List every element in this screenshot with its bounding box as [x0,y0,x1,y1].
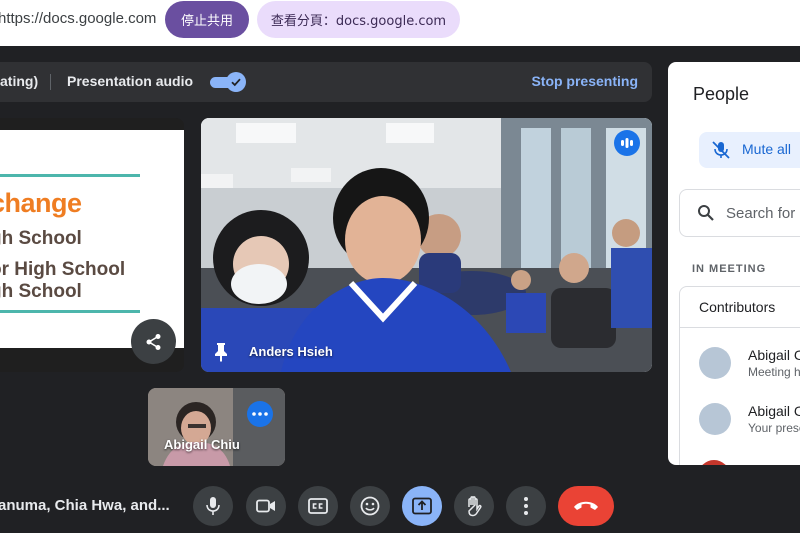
leave-call-icon [574,501,598,510]
stop-sharing-button[interactable]: 停止共用 [165,1,249,38]
sharing-bar: https://docs.google.com 停止共用 查看分頁：docs.g… [0,0,800,46]
self-name: Abigail Chiu [164,437,240,452]
mic-button[interactable] [193,486,233,526]
mute-all-button[interactable]: Mute all [699,132,800,168]
participant-row[interactable]: Abigail C Meeting h [680,347,800,397]
slide-rule-top [0,174,140,177]
participant-name: Abigail C [748,347,800,363]
self-video-feed [148,388,285,466]
mic-icon [206,497,220,515]
more-options-button[interactable] [506,486,546,526]
participant-name: Abigail C [748,403,800,419]
present-screen-button[interactable] [402,486,442,526]
slide-line: or High School [0,259,126,280]
mic-off-icon [712,141,730,159]
presenting-status: ating) [0,73,39,89]
video-feed [201,118,652,372]
people-search-input[interactable]: Search for [679,189,800,237]
camera-icon [256,499,275,513]
avatar [699,347,731,379]
leave-call-button[interactable] [558,486,614,526]
people-panel: People Mute all Search for IN MEETING Co… [668,62,800,465]
divider [680,327,800,328]
panel-title: People [693,84,750,104]
captions-icon [308,498,328,514]
present-screen-icon [412,497,432,515]
section-heading: IN MEETING [692,263,767,275]
contributors-group[interactable]: Contributors Abigail C Meeting h Abigail… [679,286,800,465]
participant-row[interactable]: Abigail C Your prese [680,403,800,453]
mute-all-label: Mute all [742,141,792,157]
emoji-icon [360,496,380,516]
captions-button[interactable] [298,486,338,526]
slide-preview: change gh School or High School gh Schoo… [0,130,184,348]
slide-line: gh School [0,228,82,249]
emoji-button[interactable] [350,486,390,526]
more-vert-icon [524,497,528,515]
search-placeholder: Search for [726,205,796,222]
participant-role: Meeting h [748,365,800,379]
participant-role: Your prese [748,421,800,435]
camera-button[interactable] [246,486,286,526]
slide-rule-bottom [0,310,140,313]
presentation-audio-toggle[interactable] [210,72,246,92]
speaking-indicator-icon [614,130,640,156]
avatar [699,403,731,435]
group-label: Contributors [699,299,776,315]
slide-line: gh School [0,281,82,302]
share-icon[interactable] [131,319,176,364]
raise-hand-icon [468,496,482,517]
divider [50,74,51,90]
presenting-bar: ating) Presentation audio Stop presentin… [0,62,652,102]
search-icon [698,205,714,221]
more-options-icon[interactable] [247,401,273,427]
meeting-participants-summary[interactable]: anuma, Chia Hwa, and... [0,497,170,514]
raise-hand-button[interactable] [454,486,494,526]
self-video-tile[interactable] [148,388,285,466]
shared-url: https://docs.google.com [0,10,157,27]
slide-title: change [0,188,82,218]
check-icon [226,72,246,92]
stop-presenting-button[interactable]: Stop presenting [531,73,638,89]
view-tab-button[interactable]: 查看分頁：docs.google.com [257,1,460,38]
pin-icon[interactable] [212,342,230,362]
participant-video-tile[interactable] [201,118,652,372]
presentation-audio-label: Presentation audio [67,73,194,89]
participant-name: Anders Hsieh [249,344,333,359]
